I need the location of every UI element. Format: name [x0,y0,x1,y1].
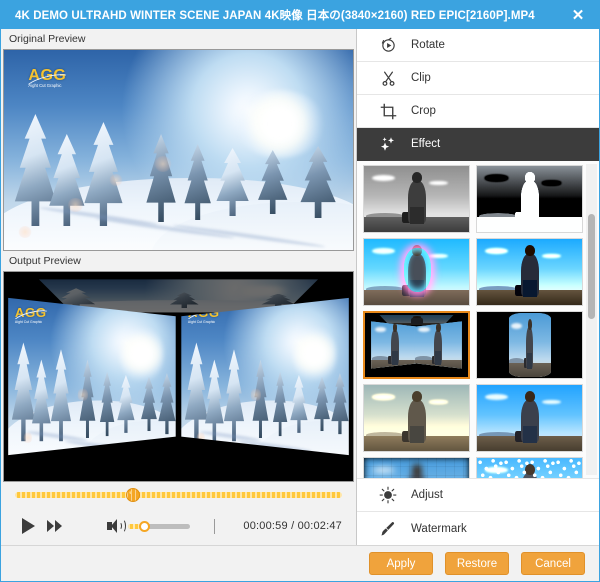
effect-preview-image [477,239,582,305]
play-icon [22,518,35,534]
editor-window: 4K DEMO ULTRAHD WINTER SCENE JAPAN 4K映像 … [0,0,600,582]
effect-preview-image [364,166,469,232]
effect-preview-image [365,313,468,377]
rotate-icon [375,34,401,56]
lens-flare [18,226,32,238]
cancel-button[interactable]: Cancel [521,552,585,575]
sun [234,90,325,158]
restore-button[interactable]: Restore [445,552,509,575]
lens-flare [109,174,123,186]
effect-preview-image [477,458,582,479]
winter-scene-original: AGG Aight Cut Graphic [4,50,353,250]
menu-item-effect[interactable]: Effect [357,128,599,161]
box-face-left: AGG Aight Cut Graphic [8,293,176,460]
lens-flare [67,198,84,212]
menu-label: Adjust [411,489,443,501]
effect-thumb-3d-box[interactable] [363,311,470,379]
menu-item-watermark[interactable]: Watermark [357,512,599,545]
menu-label: Effect [411,138,440,150]
speaker-icon[interactable] [107,519,122,533]
effect-thumb-warm[interactable] [363,384,470,452]
menu-item-clip[interactable]: Clip [357,62,599,95]
fast-forward-button[interactable] [41,513,67,539]
original-preview-label: Original Preview [1,29,356,49]
effect-thumb-glow[interactable] [363,238,470,306]
output-preview[interactable]: AGG Aight Cut Graphic [3,271,354,482]
timeline-handle[interactable] [126,488,140,502]
watermark-logo: AGG Aight Cut Graphic [15,305,47,325]
menu-label: Crop [411,105,436,117]
menu-label: Clip [411,72,431,84]
menu-label: Watermark [411,523,467,535]
window-body: Original Preview [1,29,599,545]
original-preview[interactable]: AGG Aight Cut Graphic [3,49,354,251]
scrollbar-thumb[interactable] [588,214,595,320]
lens-flare [154,156,171,172]
effect-thumb-cool[interactable] [476,384,583,452]
effect-preview-image [364,239,469,305]
menu-label: Rotate [411,39,445,51]
volume-control [107,519,215,534]
effect-thumb-sharpen[interactable] [476,238,583,306]
volume-slider[interactable] [128,524,190,529]
watermark-logo: AGG Aight Cut Graphic [28,68,66,88]
box-face-right: AGG Aight Cut Graphic [181,293,349,460]
timeline-slider[interactable] [15,492,342,498]
time-display: 00:00:59 / 00:02:47 [243,520,342,532]
window-title: 4K DEMO ULTRAHD WINTER SCENE JAPAN 4K映像 … [15,7,565,23]
brush-icon [375,518,401,540]
crop-icon [375,100,401,122]
menu-item-rotate[interactable]: Rotate [357,29,599,62]
effect-thumb-sketch[interactable] [476,165,583,233]
apply-button[interactable]: Apply [369,552,433,575]
sparkle-icon [375,133,401,155]
playback-buttons-row: 00:00:59 / 00:02:47 [15,508,342,544]
fast-forward-icon [47,520,62,532]
effect-preview-image [364,385,469,451]
transport-controls: 00:00:59 / 00:02:47 [1,482,356,544]
effect-thumb-mosaic[interactable] [363,457,470,479]
effect-thumb-cylinder[interactable] [476,311,583,379]
close-icon[interactable]: ✕ [565,3,591,27]
effect-thumbnail-grid [357,161,585,478]
timeline-row [15,482,342,508]
effect-preview-image [477,166,582,232]
footer-bar: Apply Restore Cancel [1,545,599,581]
box-3d-effect: AGG Aight Cut Graphic [4,272,353,481]
effect-thumb-gray[interactable] [363,165,470,233]
play-button[interactable] [15,513,41,539]
scissors-icon [375,67,401,89]
volume-handle[interactable] [139,521,150,532]
control-divider [214,519,215,534]
effect-thumb-snow[interactable] [476,457,583,479]
effect-preview-image [477,312,582,378]
mosaic-overlay [364,458,469,479]
tools-pane: Rotate Clip Crop [357,29,599,545]
effect-scrollbar[interactable] [586,164,597,475]
preview-pane: Original Preview [1,29,357,545]
output-preview-label: Output Preview [1,251,356,271]
glow-overlay [404,248,431,292]
effect-thumbnail-panel [357,161,599,479]
effect-preview-image [477,385,582,451]
snow-overlay [477,458,582,479]
title-bar: 4K DEMO ULTRAHD WINTER SCENE JAPAN 4K映像 … [1,1,599,29]
menu-item-adjust[interactable]: Adjust [357,479,599,512]
menu-item-crop[interactable]: Crop [357,95,599,128]
brightness-icon [375,484,401,506]
